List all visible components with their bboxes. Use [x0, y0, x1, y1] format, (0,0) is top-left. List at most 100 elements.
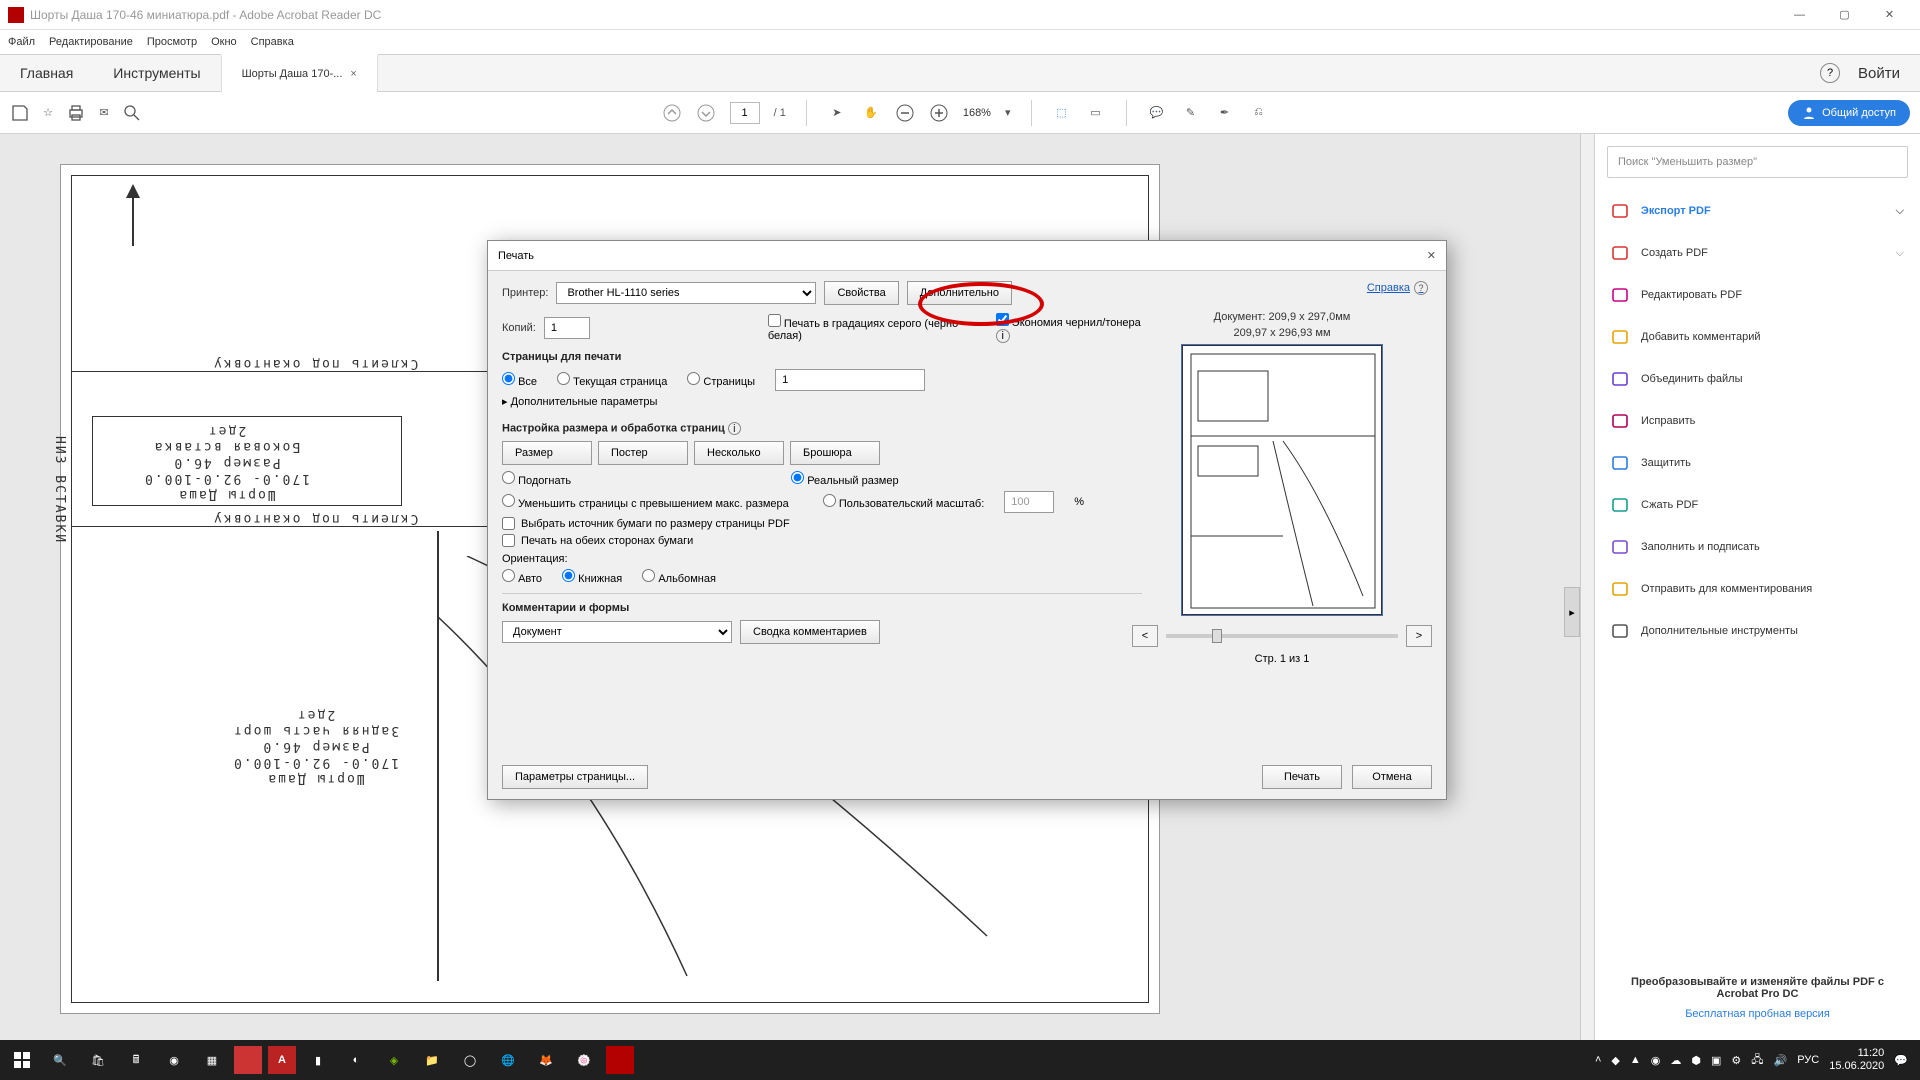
radio-current[interactable]: Текущая страница: [557, 372, 667, 388]
login-button[interactable]: Войти: [1858, 65, 1900, 82]
maximize-button[interactable]: ▢: [1822, 0, 1867, 30]
tray-icon-8[interactable]: 🖧: [1751, 1051, 1763, 1070]
tray-icon-2[interactable]: ▲: [1630, 1054, 1641, 1066]
fit-page-icon[interactable]: ▭: [1086, 103, 1106, 123]
advanced-button[interactable]: Дополнительно: [907, 281, 1012, 305]
promo-link[interactable]: Бесплатная пробная версия: [1615, 1008, 1900, 1020]
tb-xbox-icon[interactable]: ◉: [158, 1044, 190, 1076]
side-tool-1[interactable]: Создать PDF⌵: [1595, 232, 1920, 274]
side-search[interactable]: Поиск "Уменьшить размер": [1607, 146, 1908, 178]
tray-lang[interactable]: РУС: [1797, 1054, 1819, 1066]
fit-width-icon[interactable]: ⬚: [1052, 103, 1072, 123]
page-setup-button[interactable]: Параметры страницы...: [502, 765, 648, 789]
tray-icon-3[interactable]: ◉: [1651, 1054, 1661, 1067]
dialog-close-icon[interactable]: ✕: [1427, 249, 1436, 262]
tb-steam-icon[interactable]: ◯: [454, 1044, 486, 1076]
copies-input[interactable]: [544, 317, 590, 339]
page-up-icon[interactable]: [662, 103, 682, 123]
size-tab-booklet[interactable]: Брошюра: [790, 441, 880, 465]
star-icon[interactable]: ☆: [38, 103, 58, 123]
print-icon[interactable]: [66, 103, 86, 123]
panel-toggle[interactable]: ▸: [1564, 587, 1580, 637]
tray-icon-6[interactable]: ▣: [1711, 1054, 1721, 1067]
radio-all[interactable]: Все: [502, 372, 537, 388]
properties-button[interactable]: Свойства: [824, 281, 898, 305]
size-tab-poster[interactable]: Постер: [598, 441, 688, 465]
dialog-help-link[interactable]: Справка?: [1367, 281, 1428, 295]
tb-search-icon[interactable]: 🔍: [44, 1044, 76, 1076]
tab-home[interactable]: Главная: [0, 54, 93, 92]
inksave-checkbox[interactable]: [996, 313, 1009, 326]
tb-acrobat-icon[interactable]: [606, 1046, 634, 1074]
duplex-checkbox[interactable]: [502, 534, 515, 547]
radio-portrait[interactable]: Книжная: [562, 569, 622, 585]
more-params-toggle[interactable]: ▸ Дополнительные параметры: [502, 395, 1142, 408]
tb-app2-icon[interactable]: [234, 1046, 262, 1074]
radio-auto[interactable]: Авто: [502, 569, 542, 585]
side-tool-10[interactable]: Дополнительные инструменты: [1595, 610, 1920, 652]
tray-icon-1[interactable]: ◆: [1611, 1054, 1619, 1067]
mail-icon[interactable]: ✉: [94, 103, 114, 123]
tb-app1-icon[interactable]: ▦: [196, 1044, 228, 1076]
menu-view[interactable]: Просмотр: [147, 36, 197, 48]
pointer-icon[interactable]: ➤: [827, 103, 847, 123]
radio-landscape[interactable]: Альбомная: [642, 569, 716, 585]
tb-app3-icon[interactable]: A: [268, 1046, 296, 1074]
pages-input[interactable]: [775, 369, 925, 391]
zoom-value[interactable]: 168%: [963, 107, 991, 119]
page-down-icon[interactable]: [696, 103, 716, 123]
save-icon[interactable]: [10, 103, 30, 123]
start-button[interactable]: [6, 1044, 38, 1076]
grayscale-checkbox[interactable]: [768, 314, 781, 327]
highlight-icon[interactable]: ✎: [1181, 103, 1201, 123]
minimize-button[interactable]: —: [1777, 0, 1822, 30]
tray-chevron-icon[interactable]: ˄: [1595, 1054, 1601, 1066]
tray-volume-icon[interactable]: 🔊: [1774, 1054, 1788, 1067]
preview-next-button[interactable]: >: [1406, 625, 1432, 647]
zoom-in-icon[interactable]: [929, 103, 949, 123]
zoom-out-icon[interactable]: [895, 103, 915, 123]
tray-icon-4[interactable]: ☁: [1670, 1054, 1681, 1067]
menu-window[interactable]: Окно: [211, 36, 237, 48]
comments-summary-button[interactable]: Сводка комментариев: [740, 620, 880, 644]
menu-file[interactable]: Файл: [8, 36, 35, 48]
radio-custom[interactable]: Пользовательский масштаб:: [823, 494, 985, 510]
search-icon[interactable]: [122, 103, 142, 123]
sign-icon[interactable]: ✒: [1215, 103, 1235, 123]
close-button[interactable]: ✕: [1867, 0, 1912, 30]
tb-firefox-icon[interactable]: 🦊: [530, 1044, 562, 1076]
tray-icon-5[interactable]: ⬢: [1691, 1054, 1701, 1067]
tb-app6-icon[interactable]: ◈: [378, 1044, 410, 1076]
hand-icon[interactable]: ✋: [861, 103, 881, 123]
tb-store-icon[interactable]: 🛍: [82, 1044, 114, 1076]
tb-chrome-icon[interactable]: 🌐: [492, 1044, 524, 1076]
preview-slider[interactable]: [1166, 634, 1398, 638]
tray-icon-7[interactable]: ⚙: [1731, 1054, 1741, 1067]
custom-scale-input[interactable]: [1004, 491, 1054, 513]
radio-pages[interactable]: Страницы: [687, 372, 755, 388]
print-button[interactable]: Печать: [1262, 765, 1342, 789]
radio-real[interactable]: Реальный размер: [791, 471, 898, 487]
printer-select[interactable]: Brother HL-1110 series: [556, 282, 816, 304]
side-tool-9[interactable]: Отправить для комментирования: [1595, 568, 1920, 610]
stamp-icon[interactable]: ⎌: [1249, 103, 1269, 123]
tab-document[interactable]: Шорты Даша 170-... ×: [221, 54, 378, 92]
side-tool-0[interactable]: Экспорт PDF⌵: [1595, 190, 1920, 232]
tb-app5-icon[interactable]: ◐: [340, 1044, 372, 1076]
side-tool-7[interactable]: Сжать PDF: [1595, 484, 1920, 526]
tab-tools[interactable]: Инструменты: [93, 54, 220, 92]
comment-icon[interactable]: 💬: [1147, 103, 1167, 123]
menu-edit[interactable]: Редактирование: [49, 36, 133, 48]
tb-calc-icon[interactable]: 🖩: [120, 1044, 152, 1076]
tb-app4-icon[interactable]: ▮: [302, 1044, 334, 1076]
cancel-button[interactable]: Отмена: [1352, 765, 1432, 789]
tab-close-icon[interactable]: ×: [350, 68, 356, 80]
side-tool-4[interactable]: Объединить файлы: [1595, 358, 1920, 400]
paper-source-checkbox[interactable]: [502, 517, 515, 530]
page-number-input[interactable]: [730, 102, 760, 124]
side-tool-3[interactable]: Добавить комментарий: [1595, 316, 1920, 358]
tb-explorer-icon[interactable]: 📁: [416, 1044, 448, 1076]
menu-help[interactable]: Справка: [251, 36, 294, 48]
size-tab-multi[interactable]: Несколько: [694, 441, 784, 465]
share-button[interactable]: Общий доступ: [1788, 100, 1910, 126]
